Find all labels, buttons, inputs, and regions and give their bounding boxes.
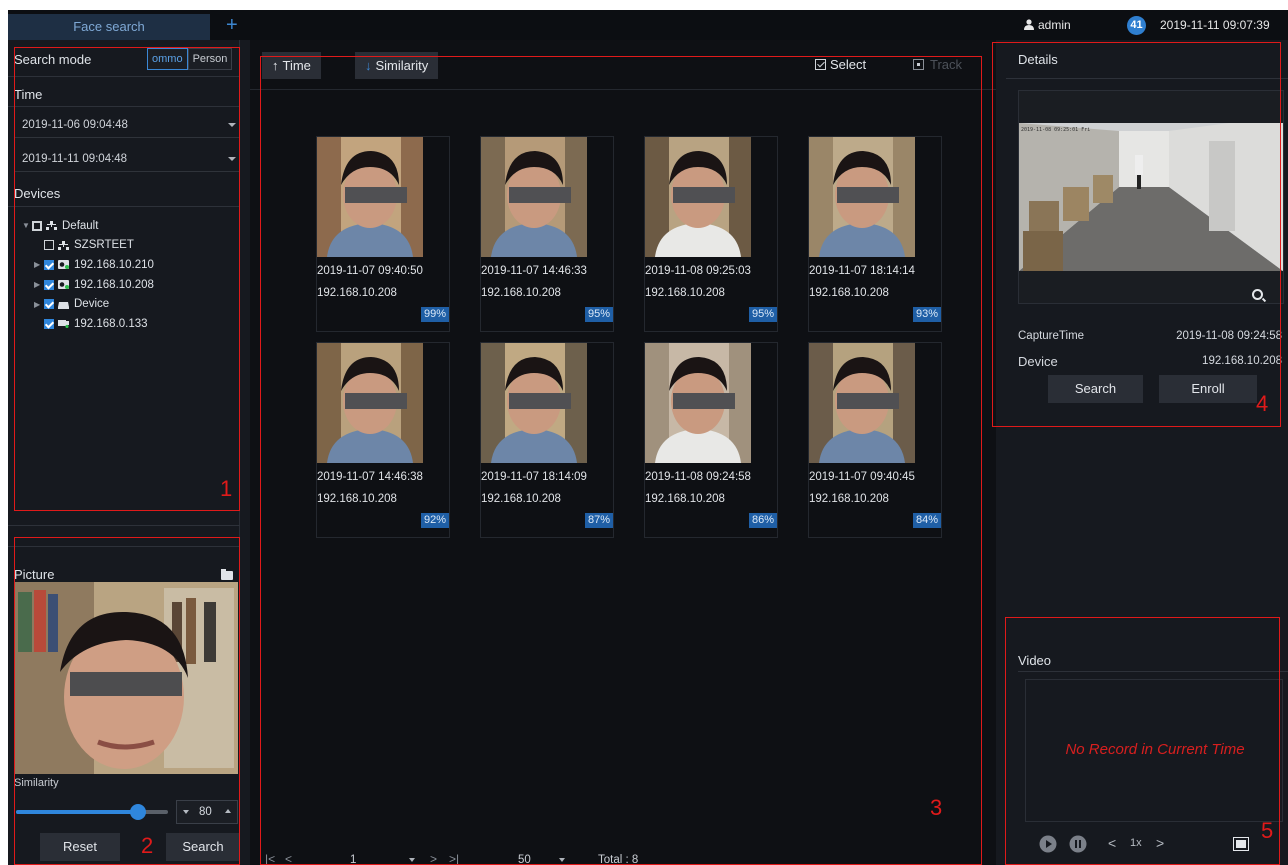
annotation-number-3: 3 (930, 795, 943, 820)
user-menu[interactable]: admin (1024, 18, 1071, 32)
annotation-box-3 (260, 56, 982, 865)
annotation-number-1: 1 (220, 476, 233, 501)
annotation-number-5: 5 (1261, 818, 1274, 843)
username: admin (1038, 18, 1071, 32)
add-tab-button[interactable]: + (226, 12, 246, 38)
tab-face-search[interactable]: Face search (8, 14, 210, 40)
annotation-box-2 (14, 537, 240, 865)
annotation-number-4: 4 (1256, 391, 1269, 416)
divider (8, 525, 240, 526)
annotation-box-1 (14, 47, 240, 511)
system-clock: 2019-11-11 09:07:39 (1160, 18, 1270, 32)
user-icon (1024, 19, 1034, 30)
annotation-number-2: 2 (141, 833, 154, 858)
top-bar: Face search + admin 41 2019-11-11 09:07:… (8, 10, 1288, 40)
annotation-box-5 (1005, 617, 1280, 865)
notification-badge[interactable]: 41 (1127, 16, 1146, 35)
face-search-app: Face search + admin 41 2019-11-11 09:07:… (8, 10, 1288, 865)
annotation-box-4 (992, 42, 1281, 427)
